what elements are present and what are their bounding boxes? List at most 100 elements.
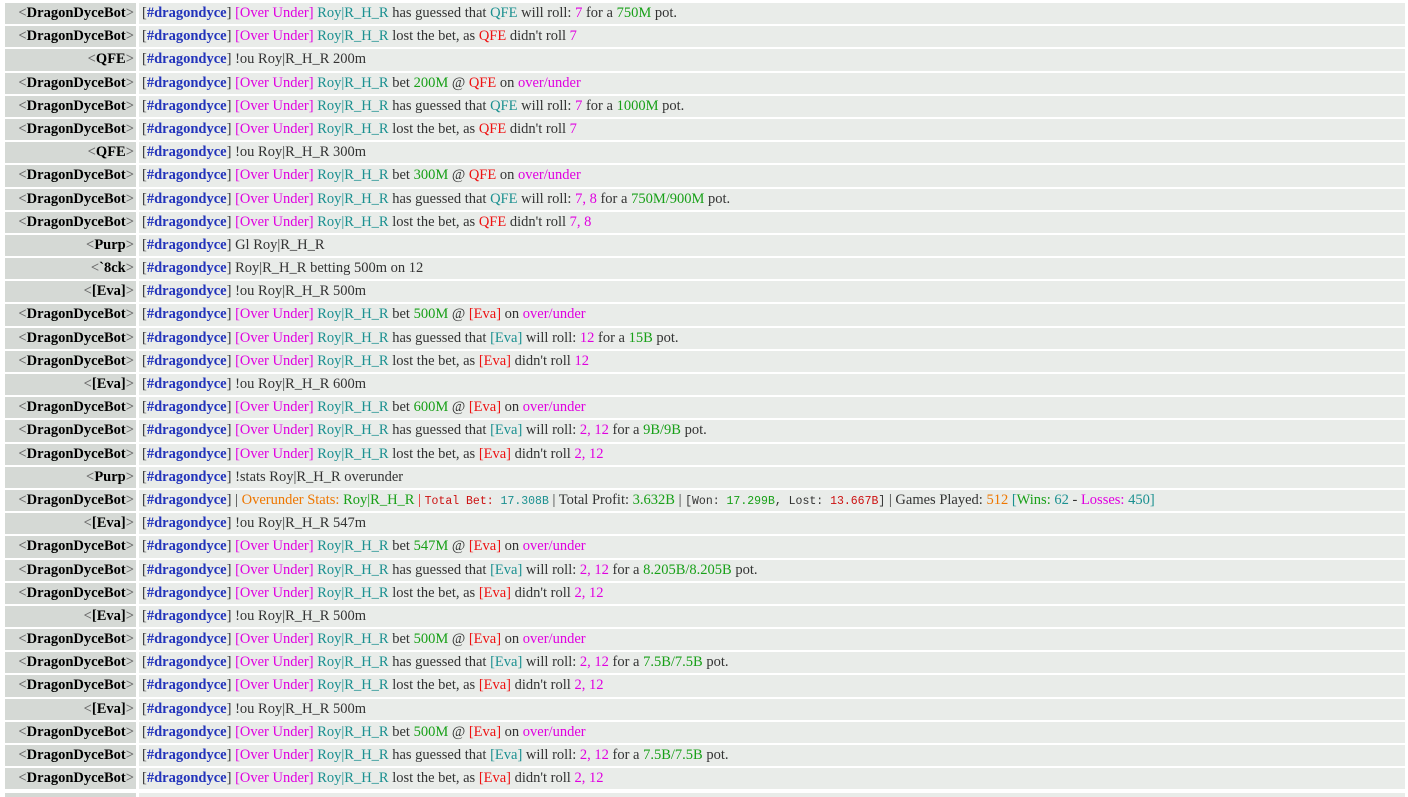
channel-link[interactable]: #dragondyce xyxy=(147,121,227,137)
channel-link[interactable]: #dragondyce xyxy=(147,446,227,462)
channel-link[interactable]: #dragondyce xyxy=(147,167,227,183)
nickname[interactable]: DragonDyceBot xyxy=(27,5,126,21)
nickname-cell[interactable]: <DragonDyceBot> xyxy=(5,72,136,94)
nickname-cell[interactable]: <DragonDyceBot> xyxy=(5,165,136,187)
nickname-cell[interactable]: <DragonDyceBot> xyxy=(5,188,136,210)
nickname[interactable]: QFE xyxy=(96,51,126,67)
nickname-cell[interactable]: <[Eva]> xyxy=(5,281,136,303)
channel-link[interactable]: #dragondyce xyxy=(147,283,227,299)
channel-link[interactable]: #dragondyce xyxy=(147,770,227,786)
nickname-cell[interactable]: <DragonDyceBot> xyxy=(5,350,136,372)
nickname[interactable]: DragonDyceBot xyxy=(27,654,126,670)
nickname[interactable]: DragonDyceBot xyxy=(27,353,126,369)
nickname[interactable]: DragonDyceBot xyxy=(27,492,126,508)
nickname-cell[interactable]: <DragonDyceBot> xyxy=(5,559,136,581)
nickname-cell[interactable]: <[Eva]> xyxy=(5,605,136,628)
nickname[interactable]: DragonDyceBot xyxy=(27,747,126,763)
nickname[interactable]: `8ck xyxy=(99,260,126,276)
nickname[interactable]: [Eva] xyxy=(92,283,126,299)
channel-link[interactable]: #dragondyce xyxy=(147,28,227,44)
nickname[interactable]: DragonDyceBot xyxy=(27,422,126,438)
channel-link[interactable]: #dragondyce xyxy=(147,724,227,740)
nickname-cell[interactable]: <DragonDyceBot> xyxy=(5,443,136,465)
nickname-cell[interactable]: <Purp> xyxy=(5,466,136,488)
channel-link[interactable]: #dragondyce xyxy=(147,747,227,763)
nickname-cell[interactable]: <DragonDyceBot> xyxy=(5,26,136,48)
nickname-cell[interactable]: <[Eva]> xyxy=(5,698,136,720)
channel-link[interactable]: #dragondyce xyxy=(147,399,227,415)
channel-link[interactable]: #dragondyce xyxy=(147,51,227,67)
nickname[interactable]: DragonDyceBot xyxy=(27,330,126,346)
nickname[interactable]: [Eva] xyxy=(92,376,126,392)
nickname-cell[interactable]: <DragonDyceBot> xyxy=(5,420,136,442)
channel-link[interactable]: #dragondyce xyxy=(147,144,227,160)
nickname-cell[interactable]: <DragonDyceBot> xyxy=(5,675,136,697)
channel-link[interactable]: #dragondyce xyxy=(147,75,227,91)
channel-link[interactable]: #dragondyce xyxy=(147,306,227,322)
nickname-cell[interactable]: <Purp> xyxy=(5,234,136,257)
nickname[interactable]: DragonDyceBot xyxy=(27,167,126,183)
nickname[interactable]: [Eva] xyxy=(92,515,126,531)
nickname-cell[interactable]: <DragonDyceBot> xyxy=(5,3,136,25)
nickname[interactable]: DragonDyceBot xyxy=(27,399,126,415)
nickname-cell[interactable]: <DragonDyceBot> xyxy=(5,721,136,743)
nickname-cell[interactable]: <[Eva]> xyxy=(5,513,136,535)
nickname-cell[interactable]: <`8ck> xyxy=(5,258,136,280)
channel-link[interactable]: #dragondyce xyxy=(147,353,227,369)
channel-link[interactable]: #dragondyce xyxy=(147,330,227,346)
nickname[interactable]: Purp xyxy=(94,469,125,485)
channel-link[interactable]: #dragondyce xyxy=(147,260,227,276)
nickname[interactable]: DragonDyceBot xyxy=(27,538,126,554)
channel-link[interactable]: #dragondyce xyxy=(147,562,227,578)
nickname-cell[interactable]: <DragonDyceBot> xyxy=(5,118,136,141)
channel-link[interactable]: #dragondyce xyxy=(147,654,227,670)
nickname[interactable]: QFE xyxy=(96,144,126,160)
nickname[interactable]: DragonDyceBot xyxy=(27,214,126,230)
nickname[interactable]: Purp xyxy=(94,237,125,253)
channel-link[interactable]: #dragondyce xyxy=(147,237,227,253)
channel-link[interactable]: #dragondyce xyxy=(147,538,227,554)
nickname[interactable]: DragonDyceBot xyxy=(27,446,126,462)
nickname[interactable]: DragonDyceBot xyxy=(27,98,126,114)
channel-link[interactable]: #dragondyce xyxy=(147,492,227,508)
channel-link[interactable]: #dragondyce xyxy=(147,631,227,647)
channel-link[interactable]: #dragondyce xyxy=(147,515,227,531)
channel-link[interactable]: #dragondyce xyxy=(147,214,227,230)
nickname[interactable]: DragonDyceBot xyxy=(27,585,126,601)
nickname[interactable]: DragonDyceBot xyxy=(27,306,126,322)
nickname[interactable]: DragonDyceBot xyxy=(27,562,126,578)
channel-link[interactable]: #dragondyce xyxy=(147,376,227,392)
nickname-cell[interactable]: <DragonDyceBot> xyxy=(5,327,136,349)
nickname-cell[interactable]: <QFE> xyxy=(5,142,136,164)
channel-link[interactable]: #dragondyce xyxy=(147,191,227,207)
nickname[interactable]: DragonDyceBot xyxy=(27,770,126,786)
nickname-cell[interactable]: <DragonDyceBot> xyxy=(5,489,136,512)
nickname-cell[interactable]: <DragonDyceBot> xyxy=(5,211,136,233)
nickname-cell[interactable]: <DragonDyceBot> xyxy=(5,768,136,790)
nickname-cell[interactable]: <DragonDyceBot> xyxy=(5,304,136,326)
nickname[interactable]: DragonDyceBot xyxy=(27,75,126,91)
nickname[interactable]: [Eva] xyxy=(92,701,126,717)
channel-link[interactable]: #dragondyce xyxy=(147,422,227,438)
channel-link[interactable]: #dragondyce xyxy=(147,701,227,717)
nickname-cell[interactable]: <DragonDyceBot> xyxy=(5,629,136,651)
nickname[interactable]: [Eva] xyxy=(92,608,126,624)
nickname-cell[interactable]: <DragonDyceBot> xyxy=(5,95,136,117)
nickname-cell[interactable]: <[Eva]> xyxy=(5,374,136,396)
nickname[interactable]: DragonDyceBot xyxy=(27,28,126,44)
channel-link[interactable]: #dragondyce xyxy=(147,585,227,601)
nickname[interactable]: DragonDyceBot xyxy=(27,677,126,693)
nickname-cell[interactable]: <DragonDyceBot> xyxy=(5,397,136,419)
nickname[interactable]: DragonDyceBot xyxy=(27,191,126,207)
channel-link[interactable]: #dragondyce xyxy=(147,677,227,693)
nickname-cell[interactable]: <DragonDyceBot> xyxy=(5,652,136,674)
channel-link[interactable]: #dragondyce xyxy=(147,98,227,114)
nickname[interactable]: DragonDyceBot xyxy=(27,121,126,137)
nickname-cell[interactable]: <DragonDyceBot> xyxy=(5,536,136,558)
channel-link[interactable]: #dragondyce xyxy=(147,5,227,21)
nickname[interactable]: DragonDyceBot xyxy=(27,724,126,740)
channel-link[interactable]: #dragondyce xyxy=(147,608,227,624)
nickname[interactable]: DragonDyceBot xyxy=(27,631,126,647)
nickname-cell[interactable]: <DragonDyceBot> xyxy=(5,582,136,604)
channel-link[interactable]: #dragondyce xyxy=(147,469,227,485)
